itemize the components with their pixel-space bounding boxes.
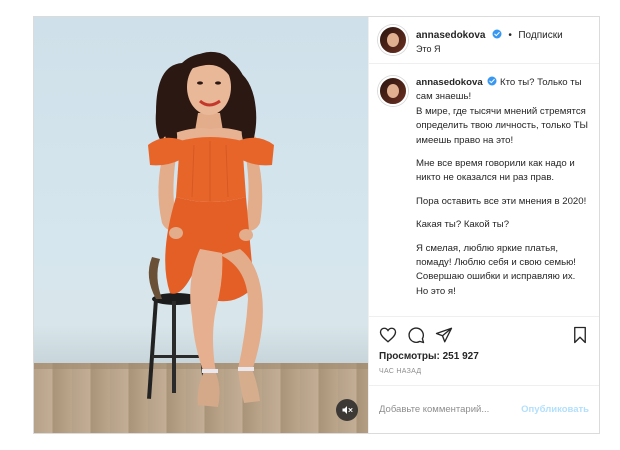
post-actions: Просмотры: 251 927 час назад	[369, 316, 599, 375]
caption-username[interactable]: annasedokova	[416, 77, 483, 88]
comment-form: Опубликовать	[369, 385, 599, 433]
verified-badge-icon	[487, 76, 497, 86]
paper-plane-icon	[435, 327, 453, 343]
verified-badge-icon	[492, 29, 502, 39]
instagram-post: annasedokova • Подписки Это Я annasedoko…	[33, 16, 600, 434]
post-media[interactable]	[34, 17, 368, 433]
caption: annasedokova Кто ты? Только ты сам знаеш…	[416, 76, 589, 316]
bookmark-icon	[574, 326, 586, 344]
action-icons	[379, 325, 589, 345]
speaker-muted-icon	[342, 406, 353, 414]
views-label: Просмотры:	[379, 351, 440, 362]
post-side-panel: annasedokova • Подписки Это Я annasedoko…	[368, 17, 599, 433]
location-link[interactable]: Это Я	[416, 44, 563, 55]
caption-avatar[interactable]	[378, 76, 408, 106]
caption-paragraph: Мне все время говорили как надо и никто …	[416, 157, 575, 184]
mute-button[interactable]	[336, 399, 358, 421]
publish-button[interactable]: Опубликовать	[521, 404, 589, 415]
caption-paragraph: annasedokova Кто ты? Только ты сам знаеш…	[416, 76, 589, 148]
comment-input[interactable]	[379, 404, 514, 415]
comment-button[interactable]	[407, 326, 425, 344]
caption-paragraph: Какая ты? Какой ты?	[416, 219, 510, 231]
share-button[interactable]	[435, 326, 453, 344]
caption-paragraph: Пора оставить все эти мнения в 2020!	[416, 195, 587, 207]
views-count[interactable]: Просмотры: 251 927	[379, 351, 589, 362]
post-header: annasedokova • Подписки Это Я	[369, 17, 599, 64]
separator-dot: •	[508, 30, 512, 42]
post-timestamp[interactable]: час назад	[379, 368, 589, 375]
username-link[interactable]: annasedokova	[416, 30, 485, 41]
views-number: 251 927	[442, 351, 479, 362]
comment-icon	[408, 327, 425, 344]
like-button[interactable]	[379, 326, 397, 344]
save-button[interactable]	[571, 326, 589, 344]
follow-button[interactable]: Подписки	[518, 30, 562, 41]
header-text: annasedokova • Подписки Это Я	[416, 24, 563, 55]
caption-area: annasedokova Кто ты? Только ты сам знаеш…	[369, 64, 599, 316]
avatar[interactable]	[378, 25, 408, 55]
heart-icon	[379, 327, 397, 343]
caption-paragraph: Я смелая, люблю яркие платья, помаду! Лю…	[416, 242, 576, 297]
woman-in-orange-dress-photo	[147, 51, 274, 407]
